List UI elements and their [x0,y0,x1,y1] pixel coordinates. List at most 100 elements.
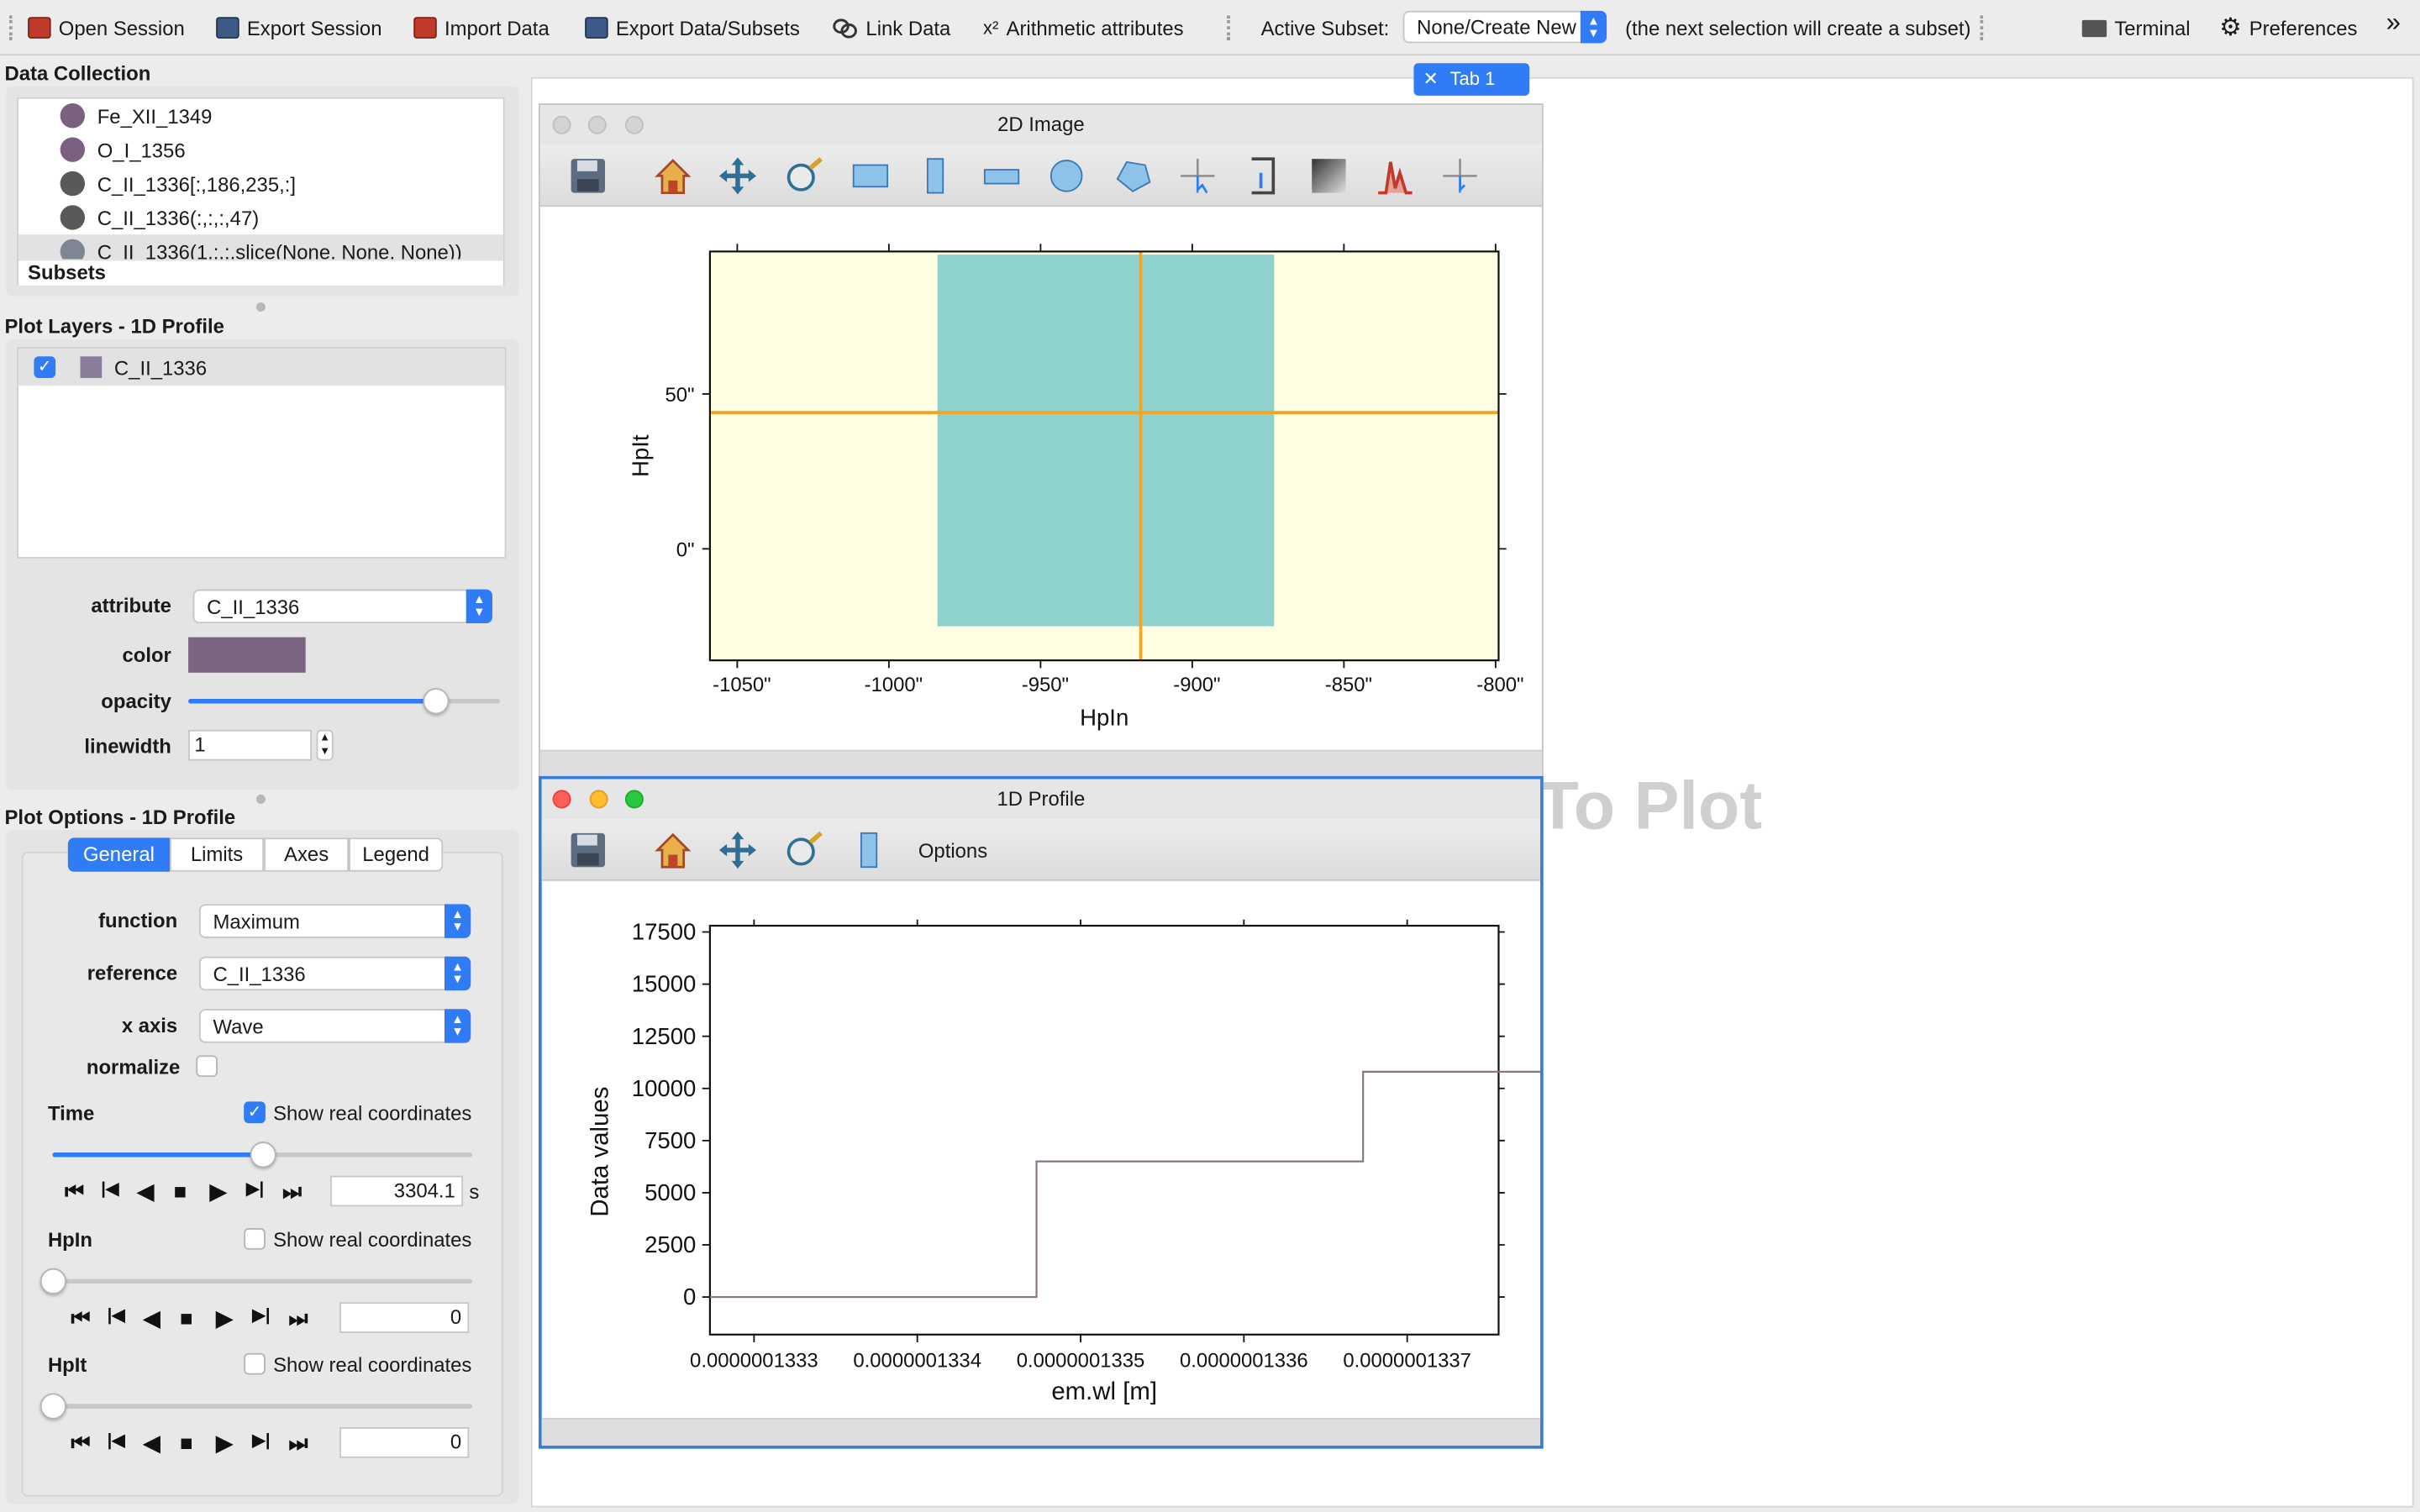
pan-icon[interactable] [716,155,759,197]
options-button[interactable]: Options [918,839,987,863]
xaxis-select[interactable]: Wave ▲ ▼ [198,1009,471,1043]
data-collection-item[interactable]: C_II_1336(:,:,:,47) [18,201,503,234]
circle-select-icon[interactable] [1044,155,1087,197]
play-icon[interactable]: ▶ [210,1179,227,1205]
splitter-handle[interactable] [255,302,266,312]
slice-slider[interactable] [39,1268,473,1295]
slice-slider-knob[interactable] [250,1142,276,1168]
layer-row[interactable]: ✓ C_II_1336 [18,349,505,386]
save-icon[interactable] [568,828,611,871]
rectangle-select-icon[interactable] [849,155,892,197]
crosshair-icon[interactable] [1176,155,1219,197]
active-subset-select[interactable]: None/Create New ▲ ▼ [1402,10,1607,44]
tab-legend[interactable]: Legend [349,837,444,872]
linewidth-input[interactable]: 1 [188,729,313,761]
toolbar-grip[interactable] [1980,15,1984,40]
xrange-select-icon[interactable] [847,828,890,871]
play-back-icon[interactable]: ◀ [144,1305,160,1331]
step-back-icon[interactable]: |◀ [108,1305,125,1326]
pan-icon[interactable] [716,828,759,871]
histogram-icon[interactable] [1374,155,1417,197]
step-back-icon[interactable]: |◀ [101,1179,118,1199]
show-real-coordinates-checkbox[interactable] [244,1352,266,1375]
minimize-button[interactable] [587,115,607,134]
step-back-icon[interactable]: |◀ [108,1431,125,1450]
color-swatch-button[interactable] [188,637,306,673]
play-icon[interactable]: ▶ [216,1431,233,1457]
step-forward-icon[interactable]: ▶| [252,1431,270,1450]
data-collection-item[interactable]: O_I_1356 [18,133,503,166]
reference-select[interactable]: C_II_1336 ▲ ▼ [198,956,471,991]
step-forward-icon[interactable]: ▶| [252,1305,270,1326]
tab-1[interactable]: ✕ Tab 1 [1413,63,1530,96]
tab-axes[interactable]: Axes [264,837,350,872]
last-icon[interactable]: ⏭ [288,1305,308,1331]
home-icon[interactable] [651,828,694,871]
pixel-info-icon[interactable] [1439,155,1481,197]
step-forward-icon[interactable]: ▶| [246,1179,264,1199]
slice-value-input[interactable]: 3304.1 [330,1175,464,1207]
polygon-select-icon[interactable] [1111,155,1154,197]
data-collection-item[interactable]: C_II_1336[:,186,235,:] [18,166,503,200]
zoom-button[interactable] [624,115,644,134]
minimize-button[interactable] [589,790,608,809]
last-icon[interactable]: ⏭ [282,1179,302,1205]
save-icon[interactable] [568,155,611,197]
opacity-slider-knob[interactable] [422,688,449,715]
first-icon[interactable]: ⏮ [71,1431,90,1457]
contrast-icon[interactable] [1307,155,1350,197]
slice-value-input[interactable]: 0 [339,1426,470,1458]
arithmetic-attributes-button[interactable]: x² Arithmetic attributes [983,14,1184,42]
show-real-coordinates-checkbox[interactable] [244,1228,266,1250]
terminal-button[interactable]: Terminal [2081,14,2191,42]
preferences-button[interactable]: ⚙ Preferences [2219,14,2357,42]
zoom-icon[interactable] [782,828,825,871]
stop-icon[interactable]: ■ [180,1305,193,1330]
play-back-icon[interactable]: ◀ [137,1179,154,1205]
open-session-button[interactable]: Open Session [28,14,185,42]
toolbar-grip[interactable] [9,15,13,40]
slice-slider-knob[interactable] [39,1393,66,1420]
tab-general[interactable]: General [67,837,171,872]
stop-icon[interactable]: ■ [180,1431,193,1455]
zoom-icon[interactable] [782,155,825,197]
stop-icon[interactable]: ■ [174,1179,187,1203]
close-button[interactable] [552,115,571,134]
opacity-slider[interactable] [188,688,501,715]
slice-value-input[interactable]: 0 [339,1302,470,1333]
slice-slider[interactable] [39,1393,473,1420]
tab-limits[interactable]: Limits [170,837,265,872]
slice-slider-knob[interactable] [39,1268,66,1295]
link-data-button[interactable]: Link Data [832,14,950,42]
profile-chart[interactable]: 0 2500 5000 7500 10000 12500 15000 17500 0.00000… [542,881,1541,1418]
zoom-button[interactable] [624,790,644,809]
data-collection-list[interactable]: Fe_XII_1349 O_I_1356 C_II_1336[:,186,235,:… [17,97,505,286]
toolbar-grip[interactable] [1227,15,1230,40]
data-collection-item[interactable]: Fe_XII_1349 [18,99,503,133]
splitter-handle[interactable] [255,794,266,804]
close-icon[interactable]: ✕ [1423,68,1438,90]
slice-slider[interactable] [52,1142,473,1168]
show-real-coordinates-checkbox[interactable]: ✓ [244,1101,266,1124]
slice-icon[interactable] [1243,155,1286,197]
play-back-icon[interactable]: ◀ [144,1431,160,1457]
attribute-select[interactable]: C_II_1336 ▲ ▼ [192,589,492,624]
first-icon[interactable]: ⏮ [71,1305,90,1331]
import-data-button[interactable]: Import Data [413,14,550,42]
xrange-select-icon[interactable] [913,155,956,197]
linewidth-stepper[interactable]: ▲ ▼ [316,729,334,761]
layer-list[interactable]: ✓ C_II_1336 [17,347,507,559]
home-icon[interactable] [651,155,694,197]
first-icon[interactable]: ⏮ [65,1179,84,1205]
last-icon[interactable]: ⏭ [288,1431,308,1457]
image-plot[interactable]: -1050" -1000" -950" -900" -850" -800" 50" 0" HpI… [540,207,1542,747]
profile-viewer-titlebar[interactable]: 1D Profile [541,779,1541,820]
export-session-button[interactable]: Export Session [216,14,381,42]
normalize-checkbox[interactable] [196,1055,218,1078]
layer-visible-checkbox[interactable]: ✓ [34,356,56,379]
overflow-chevron-icon[interactable]: » [2386,8,2401,37]
close-button[interactable] [552,790,571,809]
yrange-select-icon[interactable] [980,155,1023,197]
function-select[interactable]: Maximum ▲ ▼ [198,904,471,938]
export-data-button[interactable]: Export Data/Subsets [585,14,800,42]
